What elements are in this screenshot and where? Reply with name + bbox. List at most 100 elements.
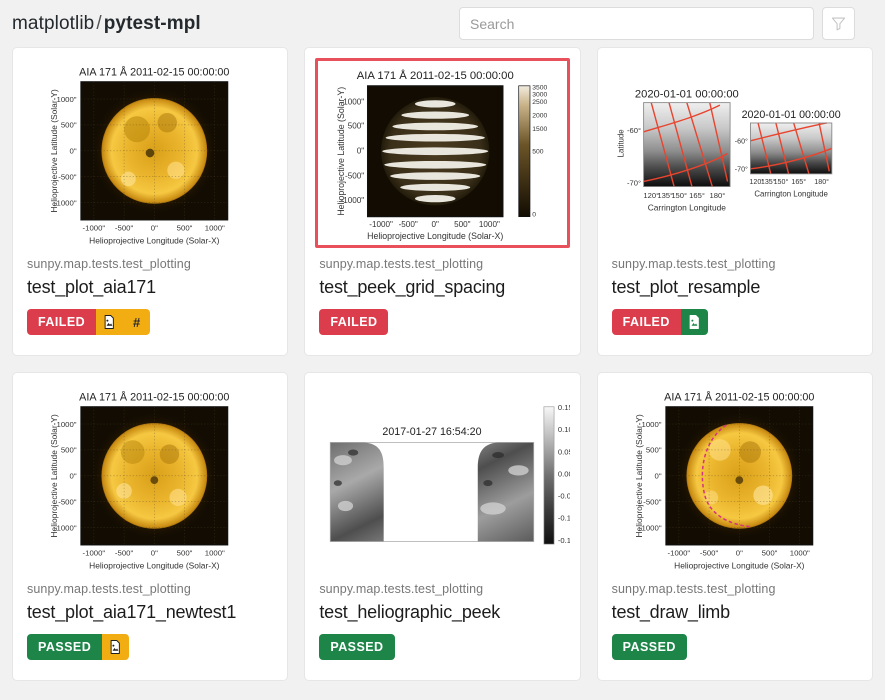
result-card[interactable]: AIA 171 Å 2011-02-15 00:00:00 -1000" -50… <box>12 372 289 681</box>
search-input[interactable] <box>459 7 814 40</box>
svg-text:3000: 3000 <box>533 91 548 98</box>
svg-text:150°: 150° <box>671 191 687 200</box>
status-badge[interactable]: PASSED <box>27 634 103 660</box>
app-root: matplotlib / pytest-mpl Search AIA 171 Å… <box>0 0 885 700</box>
status-badge[interactable]: FAILED <box>611 309 681 335</box>
svg-text:2500: 2500 <box>533 98 548 105</box>
status-badge-group: PASSED <box>611 634 687 660</box>
svg-text:1500: 1500 <box>533 125 548 132</box>
svg-text:0.00: 0.00 <box>558 469 569 478</box>
result-thumbnail[interactable]: AIA 171 Å 2011-02-15 00:00:00 -1000" -50… <box>23 383 278 573</box>
svg-text:150°: 150° <box>773 178 788 186</box>
svg-text:Carrington Longitude: Carrington Longitude <box>647 202 726 212</box>
svg-text:-1000": -1000" <box>667 549 690 558</box>
status-badge[interactable]: PASSED <box>611 634 687 660</box>
plot-peek-grid-spacing: AIA 171 Å 2011-02-15 00:00:00 -1000" -50… <box>329 61 556 245</box>
svg-text:500": 500" <box>455 220 472 229</box>
svg-text:-500": -500" <box>115 549 134 558</box>
svg-text:2020-01-01 00:00:00: 2020-01-01 00:00:00 <box>741 108 840 120</box>
svg-text:500": 500" <box>61 446 77 455</box>
svg-text:Helioprojective Latitude (Sola: Helioprojective Latitude (Solar-Y) <box>336 86 346 215</box>
svg-text:0": 0" <box>70 147 77 156</box>
svg-text:Helioprojective Longitude (Sol: Helioprojective Longitude (Solar-X) <box>89 561 220 571</box>
breadcrumb-separator: / <box>96 12 102 34</box>
result-module: sunpy.map.tests.test_plotting <box>611 582 776 596</box>
result-thumbnail[interactable]: AIA 171 Å 2011-02-15 00:00:00 -1000" -50… <box>607 383 862 573</box>
status-badge[interactable]: FAILED <box>27 309 97 335</box>
svg-text:1000": 1000" <box>205 549 225 558</box>
svg-text:1000": 1000" <box>790 549 810 558</box>
svg-text:AIA 171 Å 2011-02-15 00:00:00: AIA 171 Å 2011-02-15 00:00:00 <box>664 390 814 403</box>
svg-text:-60°: -60° <box>627 126 641 135</box>
result-thumbnail[interactable]: 2017-01-27 16:54:20 0.15 0.10 <box>315 383 570 573</box>
svg-text:1000": 1000" <box>57 95 77 104</box>
svg-text:2020-01-01 00:00:00: 2020-01-01 00:00:00 <box>635 88 739 100</box>
svg-text:3500: 3500 <box>533 84 548 91</box>
svg-text:Helioprojective Latitude (Sola: Helioprojective Latitude (Solar-Y) <box>634 414 644 538</box>
svg-text:1000": 1000" <box>205 224 225 233</box>
filter-button[interactable] <box>822 7 855 40</box>
svg-text:-0.10: -0.10 <box>558 514 569 523</box>
svg-text:0.15: 0.15 <box>558 403 569 412</box>
svg-text:2000: 2000 <box>533 112 548 119</box>
result-thumbnail[interactable]: AIA 171 Å 2011-02-15 00:00:00 -1000" -50… <box>315 58 570 248</box>
image-file-icon <box>103 315 116 329</box>
image-file-icon-button[interactable] <box>96 309 124 335</box>
plot-resample: 2020-01-01 00:00:00 120°135° 150° 165° 180… <box>607 63 862 243</box>
svg-text:Helioprojective Longitude (Sol: Helioprojective Longitude (Solar-X) <box>674 561 805 571</box>
svg-text:180°: 180° <box>814 178 829 186</box>
result-name: test_plot_resample <box>611 277 761 297</box>
svg-text:-70°: -70° <box>627 178 641 187</box>
result-name: test_plot_aia171_newtest1 <box>27 602 237 622</box>
svg-text:0.05: 0.05 <box>558 447 569 456</box>
svg-text:165°: 165° <box>689 191 705 200</box>
svg-text:0": 0" <box>357 146 365 155</box>
svg-text:500": 500" <box>61 121 77 130</box>
svg-text:-0.15: -0.15 <box>558 536 569 545</box>
result-name: test_plot_aia171 <box>27 277 156 297</box>
svg-text:Helioprojective Latitude (Sola: Helioprojective Latitude (Solar-Y) <box>49 414 59 538</box>
svg-text:500": 500" <box>177 549 193 558</box>
svg-text:Helioprojective Longitude (Sol: Helioprojective Longitude (Solar-X) <box>89 236 220 246</box>
status-badge[interactable]: FAILED <box>319 309 389 335</box>
hash-button[interactable]: # <box>123 309 151 335</box>
plot-aia171: AIA 171 Å 2011-02-15 00:00:00 -1000" -50… <box>42 58 259 248</box>
svg-text:500": 500" <box>646 446 662 455</box>
breadcrumb-repo[interactable]: pytest-mpl <box>104 13 201 34</box>
svg-text:-1000": -1000" <box>83 224 106 233</box>
breadcrumb-owner[interactable]: matplotlib <box>12 13 94 34</box>
search-area <box>459 7 855 40</box>
svg-text:-60°: -60° <box>734 137 747 145</box>
result-meta: sunpy.map.tests.test_plotting test_peek_… <box>315 257 569 335</box>
svg-text:2017-01-27 16:54:20: 2017-01-27 16:54:20 <box>383 426 482 438</box>
image-file-icon-button[interactable] <box>680 309 708 335</box>
svg-text:Carrington Longitude: Carrington Longitude <box>754 189 828 198</box>
result-card[interactable]: 2020-01-01 00:00:00 120° 135° 150° 165° 180… <box>596 47 873 356</box>
svg-text:0: 0 <box>533 211 537 218</box>
plot-draw-limb: AIA 171 Å 2011-02-15 00:00:00 -1000" -50… <box>626 383 843 573</box>
svg-text:-500": -500" <box>58 498 77 507</box>
svg-text:1000": 1000" <box>344 97 365 106</box>
result-meta: sunpy.map.tests.test_plotting test_draw_… <box>608 582 862 660</box>
svg-text:-70°: -70° <box>734 165 747 173</box>
svg-text:-500": -500" <box>346 171 365 180</box>
result-card[interactable]: AIA 171 Å 2011-02-15 00:00:00 -1000" -50… <box>304 47 581 356</box>
result-thumbnail[interactable]: 2020-01-01 00:00:00 120° 135° 150° 165° 180… <box>607 58 862 248</box>
svg-text:165°: 165° <box>791 178 806 186</box>
result-thumbnail[interactable]: AIA 171 Å 2011-02-15 00:00:00 -1000" -50… <box>23 58 278 248</box>
svg-text:-500": -500" <box>115 224 134 233</box>
image-file-icon-button[interactable] <box>102 634 130 660</box>
results-grid: AIA 171 Å 2011-02-15 00:00:00 -1000" -50… <box>0 47 885 681</box>
breadcrumb: matplotlib / pytest-mpl <box>12 13 201 35</box>
svg-text:500": 500" <box>348 121 365 130</box>
result-meta: sunpy.map.tests.test_plotting test_plot_… <box>23 582 277 660</box>
result-card[interactable]: AIA 171 Å 2011-02-15 00:00:00 -1000" -50… <box>596 372 873 681</box>
svg-text:500": 500" <box>762 549 778 558</box>
status-badge[interactable]: PASSED <box>319 634 395 660</box>
svg-text:500: 500 <box>533 148 545 155</box>
result-card[interactable]: 2017-01-27 16:54:20 0.15 0.10 <box>304 372 581 681</box>
result-card[interactable]: AIA 171 Å 2011-02-15 00:00:00 -1000" -50… <box>12 47 289 356</box>
status-badge-group: PASSED <box>27 634 130 660</box>
svg-text:0": 0" <box>70 472 77 481</box>
page-header: matplotlib / pytest-mpl <box>0 0 885 47</box>
